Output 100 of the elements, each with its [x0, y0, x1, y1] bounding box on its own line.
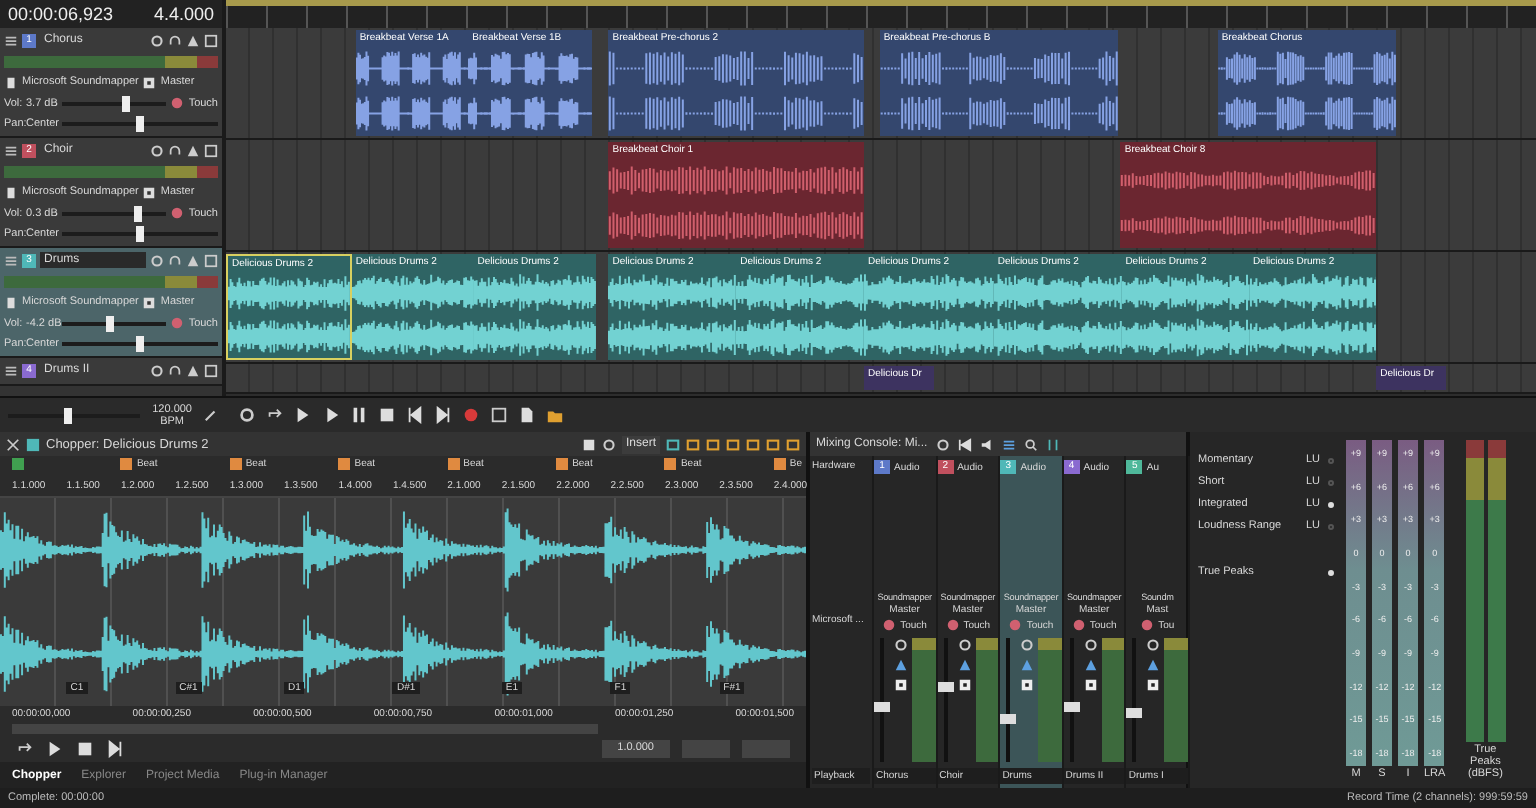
timecode: 00:00:06,923: [8, 4, 114, 24]
fader-track[interactable]: [1006, 638, 1011, 762]
output-icon[interactable]: [142, 295, 157, 309]
waveform-drawing: [608, 270, 737, 360]
level-meter: [1164, 638, 1188, 762]
slider-thumb[interactable]: [136, 226, 144, 242]
waveform-drawing: [1121, 270, 1250, 360]
automation-icon[interactable]: [186, 253, 200, 267]
waveform-drawing: [228, 272, 350, 358]
bus-icon[interactable]: [1001, 437, 1016, 451]
gear-icon[interactable]: [150, 143, 164, 157]
automation-icon[interactable]: [186, 33, 200, 47]
fader-handle[interactable]: [1126, 708, 1143, 719]
headphones-icon[interactable]: [168, 363, 182, 377]
slider-thumb[interactable]: [136, 116, 144, 132]
waveform-drawing: [993, 270, 1122, 360]
gear-icon[interactable]: [150, 363, 164, 377]
level-meter: [912, 638, 936, 762]
output-icon[interactable]: [142, 185, 157, 199]
input-field[interactable]: [682, 740, 730, 758]
slider-thumb[interactable]: [136, 336, 144, 352]
skip-back-icon[interactable]: [406, 406, 424, 424]
beat-position: 4.4.000: [153, 4, 214, 24]
clip-icon: [26, 437, 40, 451]
headphones-icon[interactable]: [168, 33, 182, 47]
touch-icon[interactable]: [1140, 618, 1155, 632]
document-icon[interactable]: [518, 406, 536, 424]
search-icon[interactable]: [1023, 437, 1038, 451]
gear-icon[interactable]: [935, 437, 950, 451]
touch-icon[interactable]: [170, 206, 185, 220]
stop-icon[interactable]: [378, 406, 396, 424]
automation-icon[interactable]: [186, 363, 200, 377]
pause-icon[interactable]: [350, 406, 368, 424]
close-icon[interactable]: [6, 437, 20, 451]
skip-forward-icon[interactable]: [106, 740, 124, 758]
automation-icon[interactable]: [957, 658, 972, 672]
timeline-ruler[interactable]: [226, 0, 1536, 28]
automation-icon[interactable]: [186, 143, 200, 157]
grip-icon[interactable]: [4, 363, 18, 377]
automation-icon[interactable]: [1146, 658, 1161, 672]
fader-icon[interactable]: [1045, 437, 1060, 451]
fader-handle[interactable]: [937, 681, 954, 692]
marker-flag-icon[interactable]: [447, 458, 460, 470]
level-meter: [1038, 638, 1062, 762]
toggle-dot[interactable]: [1328, 523, 1334, 529]
marker-flag-icon[interactable]: [120, 458, 133, 470]
input-field[interactable]: [742, 740, 790, 758]
waveform-drawing: [355, 46, 469, 136]
slider-thumb[interactable]: [63, 407, 72, 423]
marker-flag-icon[interactable]: [664, 458, 677, 470]
grip-icon[interactable]: [4, 143, 18, 157]
gear-icon[interactable]: [1020, 638, 1035, 652]
skip-icon[interactable]: [957, 437, 972, 451]
grip-icon[interactable]: [4, 33, 18, 47]
play-icon[interactable]: [46, 740, 64, 758]
toggle-dot[interactable]: [1328, 457, 1334, 463]
marker-flag-icon[interactable]: [556, 458, 569, 470]
fader-handle[interactable]: [1000, 714, 1017, 725]
level-meter: [1101, 638, 1125, 762]
touch-icon[interactable]: [170, 96, 185, 110]
waveform-drawing: [351, 270, 474, 360]
record-icon[interactable]: [462, 406, 480, 424]
toggle-dot[interactable]: [1328, 479, 1334, 485]
wand-icon[interactable]: [204, 408, 218, 422]
level-meter: [975, 638, 999, 762]
automation-icon[interactable]: [894, 658, 908, 672]
waveform-drawing: [468, 46, 593, 136]
headphones-icon[interactable]: [168, 143, 182, 157]
square-icon[interactable]: [490, 406, 508, 424]
headphones-icon[interactable]: [168, 253, 182, 267]
gear-icon[interactable]: [601, 437, 616, 451]
gear-icon[interactable]: [957, 638, 972, 652]
marker-flag-icon[interactable]: [229, 458, 242, 470]
folder-icon[interactable]: [546, 406, 564, 424]
fader-handle[interactable]: [874, 702, 890, 713]
grip-icon[interactable]: [4, 253, 18, 267]
stop-icon[interactable]: [76, 740, 94, 758]
output-icon[interactable]: [142, 75, 157, 89]
waveform-drawing: [736, 270, 864, 360]
scrollbar[interactable]: [12, 724, 599, 734]
marker-flag-icon[interactable]: [773, 458, 786, 470]
slider-thumb[interactable]: [133, 205, 142, 221]
gear-icon[interactable]: [1146, 638, 1161, 652]
automation-icon[interactable]: [1083, 658, 1098, 672]
slider-thumb[interactable]: [105, 315, 114, 331]
waveform-drawing: [863, 270, 994, 360]
marker-flag-icon[interactable]: [338, 458, 351, 470]
waveform-drawing: [1249, 270, 1377, 360]
waveform-drawing: [473, 270, 596, 360]
gear-icon[interactable]: [894, 638, 908, 652]
touch-icon[interactable]: [882, 618, 897, 632]
gear-icon[interactable]: [1083, 638, 1098, 652]
touch-icon[interactable]: [945, 618, 960, 632]
fader-handle[interactable]: [1063, 702, 1080, 713]
gear-icon[interactable]: [150, 33, 164, 47]
marker-flag-icon[interactable]: [12, 458, 25, 470]
touch-icon[interactable]: [1071, 618, 1086, 632]
skip-forward-icon[interactable]: [434, 406, 452, 424]
gear-icon[interactable]: [238, 406, 256, 424]
slider-thumb[interactable]: [122, 95, 131, 111]
